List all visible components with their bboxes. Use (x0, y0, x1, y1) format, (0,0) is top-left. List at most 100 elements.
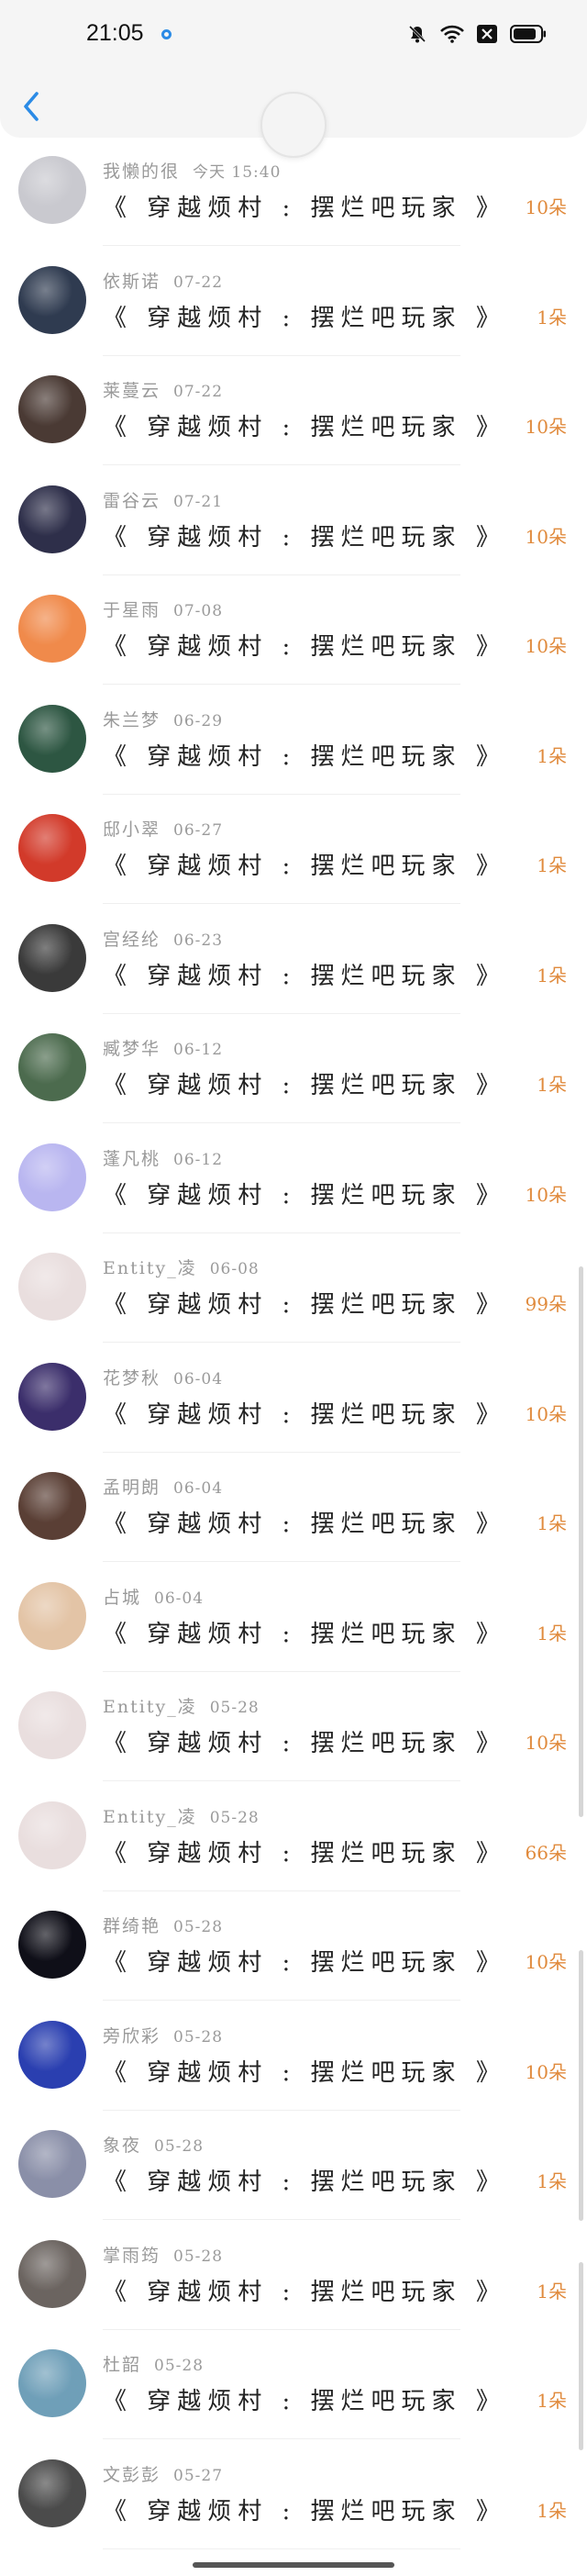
list-item[interactable]: 邸小翠 06-27 《 穿越烦村 : 摆烂吧玩家 》 1朵 (0, 807, 587, 917)
sender-name: 宫经纶 (103, 929, 161, 950)
list-item[interactable]: 我懒的很 今天 15:40 《 穿越烦村 : 摆烂吧玩家 》 10朵 (0, 149, 587, 259)
avatar[interactable] (18, 595, 86, 663)
list-item[interactable]: 占城 06-04 《 穿越烦村 : 摆烂吧玩家 》 1朵 (0, 1575, 587, 1685)
gift-amount: 1朵 (537, 2499, 567, 2522)
send-date: 07-21 (173, 492, 224, 511)
list-item[interactable]: 莱蔓云 07-22 《 穿越烦村 : 摆烂吧玩家 》 10朵 (0, 368, 587, 478)
divider (103, 2000, 460, 2001)
list-item[interactable]: 文彭彭 05-27 《 穿越烦村 : 摆烂吧玩家 》 1朵 (0, 2452, 587, 2562)
book-title: 《 穿越烦村 : 摆烂吧玩家 》 (103, 1181, 506, 1210)
sender-line: 臧梦华 06-12 (103, 1035, 223, 1060)
send-date: 06-23 (173, 931, 224, 950)
divider (103, 1342, 460, 1343)
list-item[interactable]: 孟明朗 06-04 《 穿越烦村 : 摆烂吧玩家 》 1朵 (0, 1465, 587, 1575)
list-item[interactable]: Entity_凌 05-28 《 穿越烦村 : 摆烂吧玩家 》 66朵 (0, 1794, 587, 1904)
book-title: 《 穿越烦村 : 摆烂吧玩家 》 (103, 1620, 506, 1648)
sender-name: 邸小翠 (103, 820, 161, 840)
avatar[interactable] (18, 485, 86, 553)
divider (103, 2328, 460, 2330)
avatar[interactable] (18, 2020, 86, 2089)
gift-amount: 10朵 (525, 525, 567, 548)
avatar[interactable] (18, 704, 86, 773)
gift-amount: 1朵 (537, 2170, 567, 2192)
sender-line: 邸小翠 06-27 (103, 816, 223, 841)
list-item[interactable]: Entity_凌 05-28 《 穿越烦村 : 摆烂吧玩家 》 10朵 (0, 1684, 587, 1794)
avatar[interactable] (18, 1801, 86, 1869)
list-item[interactable]: Entity_凌 06-08 《 穿越烦村 : 摆烂吧玩家 》 99朵 (0, 1245, 587, 1355)
avatar[interactable] (18, 1253, 86, 1321)
gift-amount: 1朵 (537, 306, 567, 329)
book-title: 《 穿越烦村 : 摆烂吧玩家 》 (103, 195, 506, 222)
avatar[interactable] (18, 2130, 86, 2198)
gift-record-list: 我懒的很 今天 15:40 《 穿越烦村 : 摆烂吧玩家 》 10朵 依斯诺 07-22 《… (0, 149, 587, 2561)
sender-line: 花梦秋 06-04 (103, 1365, 223, 1389)
home-indicator[interactable] (193, 2562, 394, 2568)
back-button[interactable] (17, 88, 48, 125)
avatar[interactable] (18, 2459, 86, 2527)
avatar[interactable] (18, 265, 86, 334)
divider (103, 793, 460, 795)
sender-name: 朱兰梦 (103, 709, 161, 730)
sender-line: Entity_凌 05-28 (103, 1693, 260, 1718)
avatar[interactable] (18, 1143, 86, 1211)
gift-amount: 1朵 (537, 964, 567, 987)
send-date: 06-12 (173, 1150, 224, 1169)
sender-name: 孟明朗 (103, 1478, 161, 1498)
gift-amount: 10朵 (525, 196, 567, 218)
send-date: 05-28 (173, 1918, 224, 1936)
avatar[interactable] (18, 2349, 86, 2417)
send-date: 07-08 (173, 602, 224, 620)
list-item[interactable]: 旁欣彩 05-28 《 穿越烦村 : 摆烂吧玩家 》 10朵 (0, 2013, 587, 2124)
send-date: 05-27 (173, 2466, 224, 2485)
gift-amount: 10朵 (525, 1951, 567, 1973)
avatar[interactable] (18, 1033, 86, 1101)
avatar[interactable] (18, 1472, 86, 1540)
send-date: 05-28 (173, 2247, 224, 2266)
status-bar: 21:05 (0, 0, 587, 73)
send-date: 06-12 (173, 1041, 224, 1059)
list-item[interactable]: 于星雨 07-08 《 穿越烦村 : 摆烂吧玩家 》 10朵 (0, 587, 587, 697)
avatar[interactable] (18, 923, 86, 992)
avatar[interactable] (18, 1362, 86, 1431)
list-item[interactable]: 宫经纶 06-23 《 穿越烦村 : 摆烂吧玩家 》 1朵 (0, 917, 587, 1027)
sender-line: 杜韶 05-28 (103, 2351, 204, 2376)
avatar[interactable] (18, 1581, 86, 1650)
list-item[interactable]: 依斯诺 07-22 《 穿越烦村 : 摆烂吧玩家 》 1朵 (0, 259, 587, 369)
avatar[interactable] (18, 814, 86, 882)
avatar[interactable] (18, 2239, 86, 2308)
divider (103, 1670, 460, 1672)
send-date: 今天 15:40 (193, 163, 282, 182)
wifi-icon (440, 25, 464, 43)
sender-line: 我懒的很 今天 15:40 (103, 158, 281, 183)
book-title: 《 穿越烦村 : 摆烂吧玩家 》 (103, 523, 506, 552)
list-item[interactable]: 蓬凡桃 06-12 《 穿越烦村 : 摆烂吧玩家 》 10朵 (0, 1136, 587, 1246)
list-item[interactable]: 臧梦华 06-12 《 穿越烦村 : 摆烂吧玩家 》 1朵 (0, 1026, 587, 1136)
book-title: 《 穿越烦村 : 摆烂吧玩家 》 (103, 2169, 506, 2196)
list-item[interactable]: 掌雨筠 05-28 《 穿越烦村 : 摆烂吧玩家 》 1朵 (0, 2233, 587, 2343)
divider (103, 684, 460, 685)
list-item[interactable]: 群绮艳 05-28 《 穿越烦村 : 摆烂吧玩家 》 10朵 (0, 1903, 587, 2013)
divider (103, 1122, 460, 1123)
sender-name: 旁欣彩 (103, 2025, 161, 2046)
send-date: 05-28 (173, 2027, 224, 2046)
avatar[interactable] (18, 1911, 86, 1979)
gift-amount: 10朵 (525, 635, 567, 657)
sender-line: 掌雨筠 05-28 (103, 2242, 223, 2267)
book-title: 《 穿越烦村 : 摆烂吧玩家 》 (103, 1730, 506, 1757)
sender-line: 文彭彭 05-27 (103, 2461, 223, 2486)
divider (103, 1561, 460, 1562)
avatar[interactable] (18, 1691, 86, 1759)
sender-line: 宫经纶 06-23 (103, 926, 223, 951)
avatar[interactable] (18, 156, 86, 224)
search-dot-icon (161, 29, 172, 39)
list-item[interactable]: 象夜 05-28 《 穿越烦村 : 摆烂吧玩家 》 1朵 (0, 2123, 587, 2233)
list-item[interactable]: 朱兰梦 06-29 《 穿越烦村 : 摆烂吧玩家 》 1朵 (0, 697, 587, 808)
send-date: 05-28 (209, 1699, 260, 1717)
list-item[interactable]: 花梦秋 06-04 《 穿越烦村 : 摆烂吧玩家 》 10朵 (0, 1355, 587, 1466)
close-box-icon (477, 25, 497, 43)
list-item[interactable]: 杜韶 05-28 《 穿越烦村 : 摆烂吧玩家 》 1朵 (0, 2342, 587, 2452)
gift-amount: 99朵 (525, 1293, 567, 1315)
avatar[interactable] (18, 375, 86, 443)
book-title: 《 穿越烦村 : 摆烂吧玩家 》 (103, 2058, 506, 2087)
list-item[interactable]: 雷谷云 07-21 《 穿越烦村 : 摆烂吧玩家 》 10朵 (0, 478, 587, 588)
